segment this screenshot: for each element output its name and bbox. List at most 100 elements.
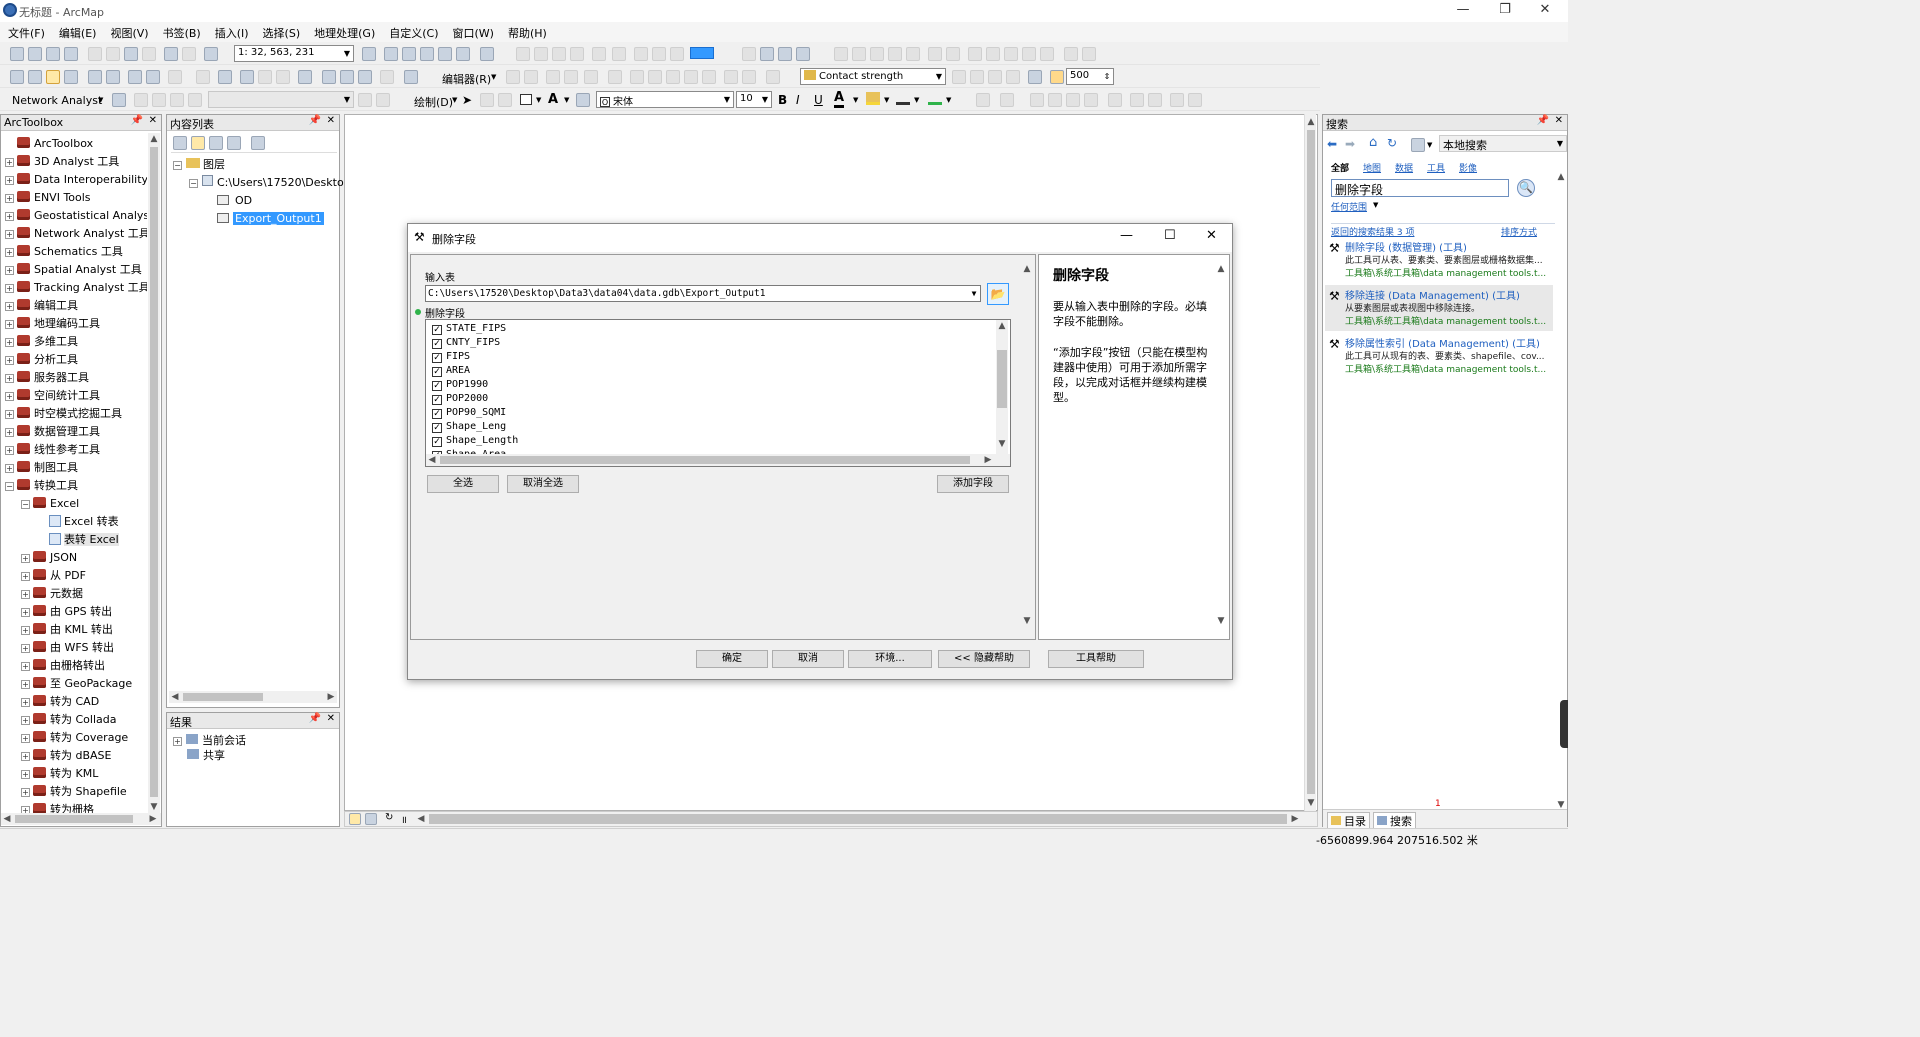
checkbox-checked-icon[interactable]: ✓ (432, 367, 442, 377)
scroll-thumb[interactable] (150, 147, 158, 797)
add-data-icon[interactable] (204, 47, 218, 61)
search-window-icon[interactable] (420, 47, 434, 61)
expand-icon[interactable]: + (21, 716, 30, 725)
toolbox-tree-item[interactable]: + 转为 Collada (21, 711, 116, 729)
data-view-icon[interactable] (349, 813, 361, 825)
scroll-thumb[interactable] (15, 815, 133, 823)
toolbox-tree-item[interactable]: + Data Interoperability 工具 (5, 171, 147, 189)
toolbox-tree-item[interactable]: + JSON (21, 549, 77, 567)
expand-icon[interactable]: + (5, 320, 14, 329)
toc-source-row[interactable]: − C:\Users\17520\Deskto (189, 174, 344, 192)
checkbox-checked-icon[interactable]: ✓ (432, 395, 442, 405)
field-checkbox-row[interactable]: ✓ POP90_SQMI (432, 406, 506, 420)
effects-icon[interactable] (1028, 70, 1042, 84)
toolbox-tree-item[interactable]: +3D Analyst 工具 (5, 153, 119, 171)
checkbox-checked-icon[interactable]: ✓ (432, 409, 442, 419)
expand-icon[interactable]: + (21, 608, 30, 617)
layout-view-icon[interactable] (365, 813, 377, 825)
toolbox-tree-item[interactable]: + 由 WFS 转出 (21, 639, 114, 657)
collapse-icon[interactable]: − (173, 161, 182, 170)
rectangle-icon[interactable] (520, 94, 532, 105)
python-window-icon[interactable] (456, 47, 470, 61)
scroll-down-icon[interactable]: ▼ (996, 438, 1008, 450)
close-icon[interactable]: ✕ (149, 115, 157, 126)
field-checkbox-row[interactable]: ✓ AREA (432, 364, 470, 378)
toolbox-tree-item[interactable]: + 分析工具 (5, 351, 78, 369)
scroll-thumb[interactable] (183, 693, 263, 701)
close-icon[interactable]: ✕ (327, 115, 335, 126)
marker-color-icon[interactable] (928, 92, 942, 105)
view-options-icon[interactable] (1411, 138, 1425, 152)
checkbox-checked-icon[interactable]: ✓ (432, 325, 442, 335)
search-icon[interactable]: 🔍 (1517, 179, 1535, 197)
menu-bookmarks[interactable]: 书签(B) (155, 22, 207, 42)
checkbox-checked-icon[interactable]: ✓ (432, 437, 442, 447)
zoom-out-icon[interactable] (28, 70, 42, 84)
collapse-icon[interactable]: − (21, 500, 30, 509)
menu-customize[interactable]: 自定义(C) (381, 22, 444, 42)
help-vscroll[interactable]: ▲ ▼ (1215, 263, 1227, 633)
network-analyst-menu[interactable]: Network Analyst (12, 94, 102, 107)
menu-help[interactable]: 帮助(H) (500, 22, 553, 42)
field-checkbox-row[interactable]: ✓ FIPS (432, 350, 470, 364)
text-tool-icon[interactable]: A (548, 92, 558, 107)
measure-icon[interactable] (298, 70, 312, 84)
toolbox-tree-item[interactable]: + 转为 CAD (21, 693, 99, 711)
clear-selection-icon[interactable] (196, 70, 210, 84)
scroll-left-icon[interactable]: ◀ (415, 813, 427, 825)
toolbox-tree-item[interactable]: + 转为栅格 (21, 801, 94, 813)
arctoolbox-hscroll[interactable]: ◀ ▶ (1, 813, 161, 825)
list-by-selection-icon[interactable] (227, 136, 241, 150)
options-icon[interactable] (251, 136, 265, 150)
layout-icon[interactable] (760, 47, 774, 61)
toolbox-tree-item[interactable]: + 转为 Coverage (21, 729, 128, 747)
fill-color-icon[interactable] (866, 92, 880, 105)
toolbox-tree-item[interactable]: + Network Analyst 工具 (5, 225, 147, 243)
search-result-item[interactable]: ⚒ 移除属性索引 (Data Management) (工具) 此工具可从现有的… (1325, 333, 1553, 379)
refresh-icon[interactable]: ↻ (1387, 136, 1397, 150)
scroll-left-icon[interactable]: ◀ (169, 691, 181, 703)
select-elements-icon[interactable] (218, 70, 232, 84)
field-checkbox-row[interactable]: ✓ POP1990 (432, 378, 488, 392)
toc-layer-od[interactable]: OD (217, 192, 252, 210)
environments-button[interactable]: 环境... (848, 650, 932, 668)
expand-icon[interactable]: + (21, 788, 30, 797)
toolbox-tree-item[interactable]: + Schematics 工具 (5, 243, 123, 261)
expand-icon[interactable]: + (5, 158, 14, 167)
toolbox-tree-item[interactable]: Excel 转表 (37, 513, 119, 531)
save-icon[interactable] (46, 47, 60, 61)
layout-icon[interactable] (778, 47, 792, 61)
ok-button[interactable]: 确定 (696, 650, 768, 668)
expand-icon[interactable]: + (5, 284, 14, 293)
expand-icon[interactable]: + (5, 266, 14, 275)
search-extent-link[interactable]: 任何范围 (1331, 200, 1367, 213)
search-tab-images[interactable]: 影像 (1459, 161, 1477, 174)
underline-button[interactable]: U (814, 93, 823, 107)
tool-help-button[interactable]: 工具帮助 (1048, 650, 1144, 668)
add-field-button[interactable]: 添加字段 (937, 475, 1009, 493)
scroll-up-icon[interactable]: ▲ (1555, 171, 1567, 183)
color-swatch[interactable] (690, 47, 714, 59)
toolbox-tree-item[interactable]: + Geostatistical Analyst (5, 207, 147, 225)
results-shared[interactable]: 共享 (187, 747, 225, 765)
search-result-item[interactable]: ⚒ 移除连接 (Data Management) (工具) 从要素图层或表视图中… (1325, 285, 1553, 331)
expand-icon[interactable]: + (5, 176, 14, 185)
search-tab-tools[interactable]: 工具 (1427, 161, 1445, 174)
expand-icon[interactable]: + (21, 644, 30, 653)
checkbox-checked-icon[interactable]: ✓ (432, 353, 442, 363)
expand-icon[interactable]: + (21, 626, 30, 635)
line-color-icon[interactable] (896, 92, 910, 105)
params-vscroll[interactable]: ▲ ▼ (1021, 263, 1033, 633)
expand-icon[interactable]: + (21, 572, 30, 581)
forward-icon[interactable] (146, 70, 160, 84)
toolbox-tree-item[interactable]: − Excel (21, 495, 79, 513)
scroll-down-icon[interactable]: ▼ (1021, 615, 1033, 627)
pin-icon[interactable]: 📌 (309, 115, 321, 126)
close-icon[interactable]: ✕ (327, 713, 335, 724)
toolbox-tree-item[interactable]: + 空间统计工具 (5, 387, 100, 405)
fixed-zoom-in-icon[interactable] (88, 70, 102, 84)
side-handle[interactable] (1560, 700, 1568, 748)
scroll-right-icon[interactable]: ▶ (1289, 813, 1301, 825)
browse-folder-icon[interactable]: 📂 (987, 283, 1009, 305)
field-checkbox-row[interactable]: ✓ POP2000 (432, 392, 488, 406)
